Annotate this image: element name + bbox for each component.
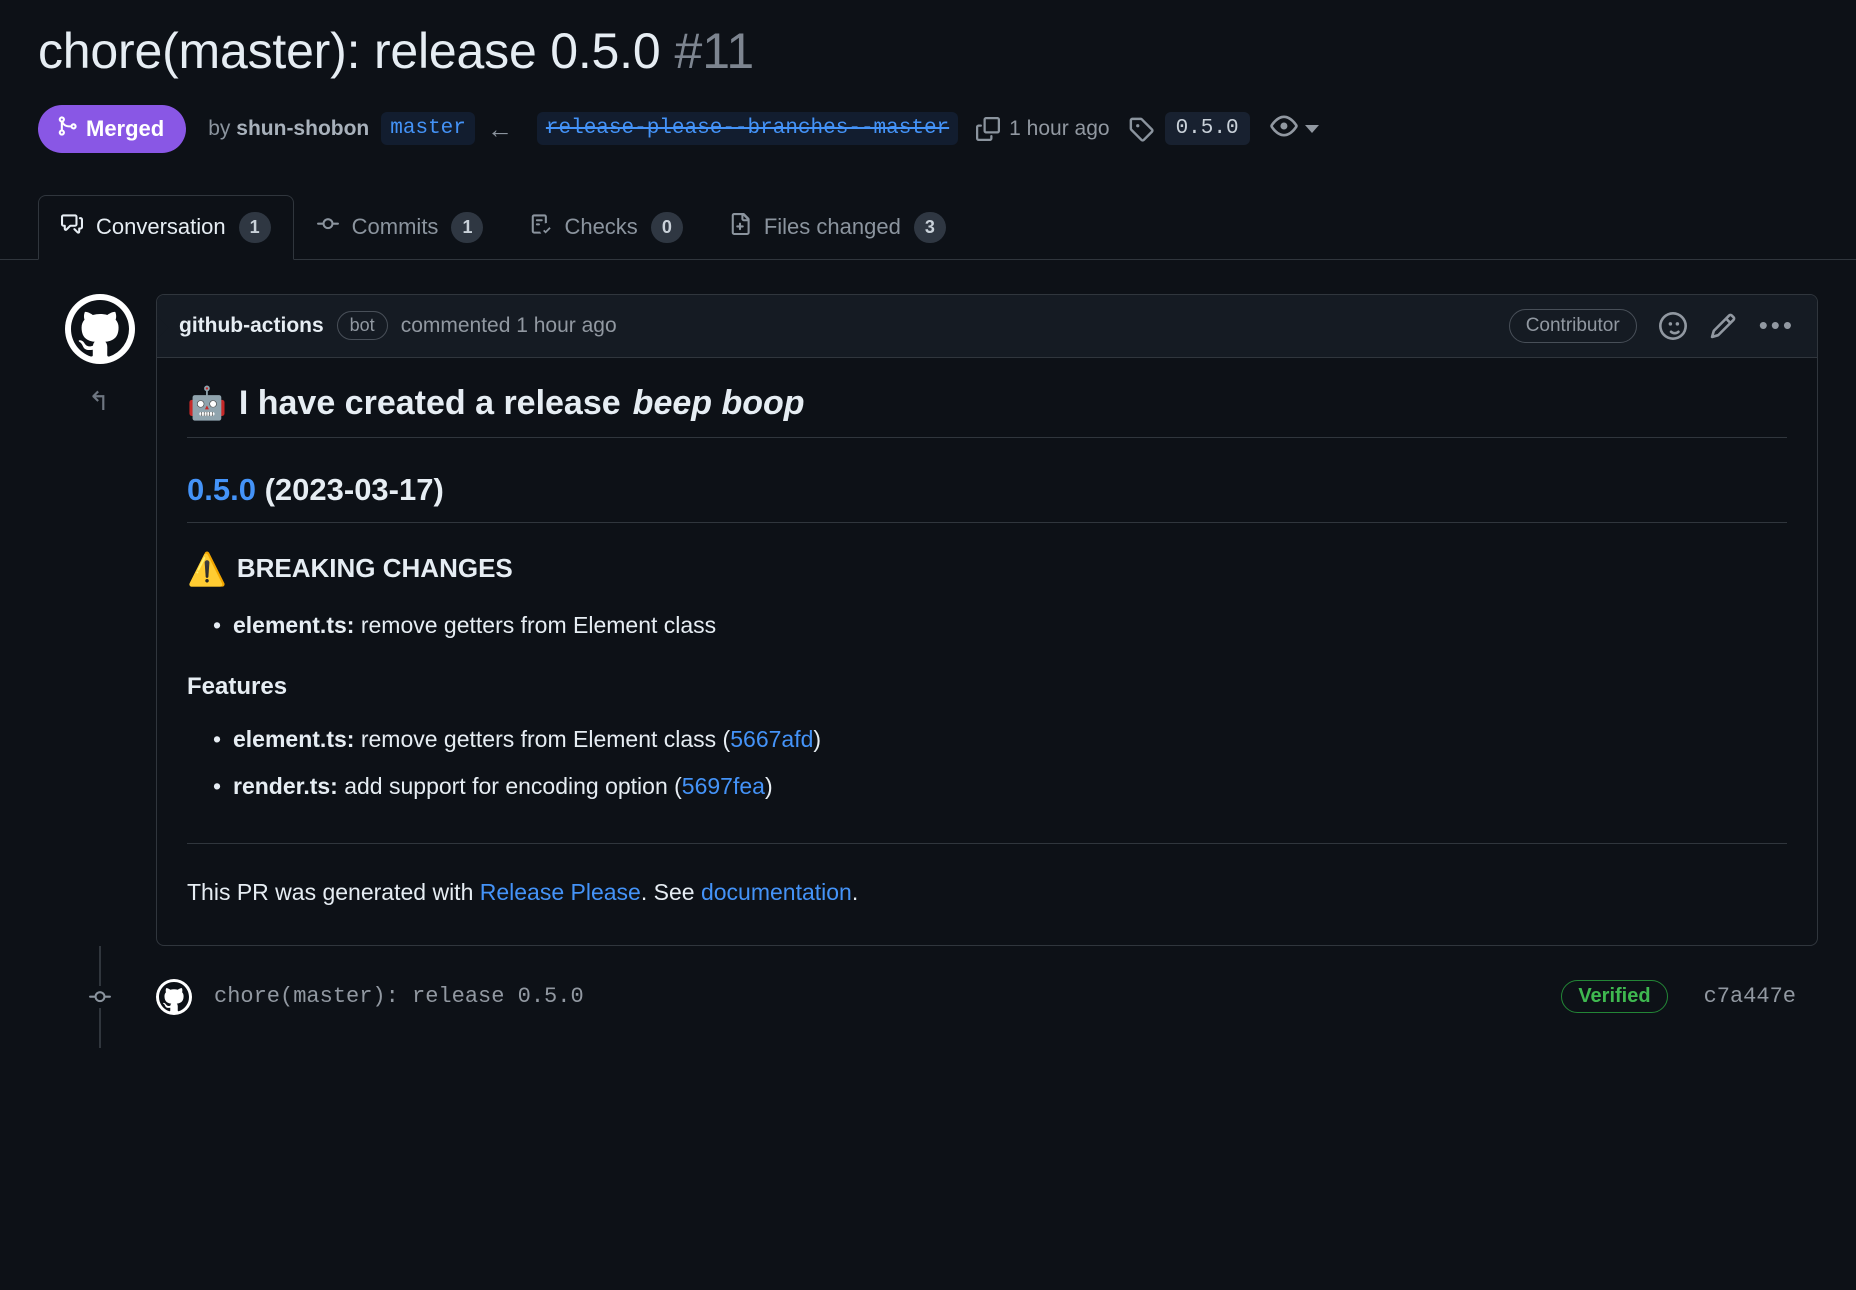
- comment-header-actions: Contributor •••: [1509, 309, 1795, 343]
- tab-commits[interactable]: Commits 1: [294, 195, 507, 260]
- edit-pencil-icon[interactable]: [1709, 312, 1737, 340]
- pr-number: #11: [674, 22, 754, 80]
- commit-row: chore(master): release 0.5.0 Verified c7…: [38, 966, 1818, 1028]
- role-badge-contributor: Contributor: [1509, 309, 1637, 343]
- tab-files-changed[interactable]: Files changed 3: [706, 195, 969, 260]
- head-branch-chip[interactable]: release-please--branches--master: [537, 112, 958, 145]
- bot-badge: bot: [337, 311, 388, 340]
- change-text: remove getters from Element class: [354, 612, 716, 638]
- release-heading: 🤖 I have created a release beep boop: [187, 384, 1787, 438]
- checklist-icon: [529, 213, 551, 241]
- warning-emoji-icon: ⚠️: [187, 553, 227, 585]
- base-branch-chip[interactable]: master: [381, 112, 475, 145]
- change-scope: element.ts:: [233, 726, 354, 752]
- release-heading-text: I have created a release: [239, 384, 621, 423]
- commit-sha[interactable]: c7a447e: [1704, 984, 1796, 1009]
- copy-icon[interactable]: [976, 117, 1000, 141]
- tab-conversation-count: 1: [239, 212, 271, 243]
- commit-sha-link[interactable]: 5697fea: [682, 773, 765, 799]
- visibility-control[interactable]: [1270, 112, 1319, 145]
- pr-title-text: chore(master): release 0.5.0: [38, 23, 660, 81]
- tab-commits-label: Commits: [352, 214, 439, 240]
- divider: [187, 843, 1787, 844]
- page-title: chore(master): release 0.5.0 #11: [38, 0, 1818, 81]
- comment-header: github-actions bot commented 1 hour ago …: [157, 295, 1817, 358]
- breaking-changes-list: element.ts: remove getters from Element …: [187, 607, 1787, 644]
- footnote-pre: This PR was generated with: [187, 879, 480, 905]
- release-please-link[interactable]: Release Please: [480, 879, 641, 905]
- change-text: add support for encoding option (: [338, 773, 682, 799]
- footnote-mid: . See: [641, 879, 701, 905]
- tab-checks-count: 0: [651, 212, 683, 243]
- tab-checks[interactable]: Checks 0: [506, 195, 705, 260]
- list-item: render.ts: add support for encoding opti…: [187, 768, 1787, 805]
- smiley-icon[interactable]: [1659, 312, 1687, 340]
- release-version-heading: 0.5.0 (2023-03-17): [187, 472, 1787, 523]
- chevron-down-icon: [1305, 125, 1319, 133]
- merge-icon: [56, 115, 78, 143]
- tab-files-changed-count: 3: [914, 212, 946, 243]
- status-badge-merged: Merged: [38, 105, 186, 153]
- by-label: by: [208, 117, 230, 140]
- features-heading: Features: [187, 673, 1787, 701]
- robot-emoji-icon: 🤖: [187, 387, 227, 419]
- reply-arrow-icon: ↰: [88, 386, 110, 417]
- tab-files-changed-label: Files changed: [764, 214, 901, 240]
- comment-thread: ↰ github-actions bot commented 1 hour ag…: [38, 294, 1818, 946]
- list-item: element.ts: remove getters from Element …: [187, 721, 1787, 758]
- avatar[interactable]: [65, 294, 135, 364]
- comment-timestamp: commented 1 hour ago: [401, 314, 617, 338]
- arrow-left-icon: ←: [487, 116, 513, 142]
- tab-commits-count: 1: [451, 212, 483, 243]
- tab-checks-label: Checks: [564, 214, 637, 240]
- paren-close: ): [813, 726, 821, 752]
- diff-icon: [729, 213, 751, 241]
- commit-icon: [317, 213, 339, 241]
- more-options-icon[interactable]: •••: [1759, 318, 1795, 334]
- change-scope: render.ts:: [233, 773, 338, 799]
- footnote-end: .: [852, 879, 858, 905]
- release-heading-emphasis: beep boop: [633, 384, 805, 423]
- footnote: This PR was generated with Release Pleas…: [187, 874, 1787, 911]
- features-list: element.ts: remove getters from Element …: [187, 721, 1787, 805]
- commit-author-avatar[interactable]: [156, 979, 192, 1015]
- release-date: (2023-03-17): [265, 472, 444, 507]
- list-item: element.ts: remove getters from Element …: [187, 607, 1787, 644]
- breaking-changes-heading: ⚠️ BREAKING CHANGES: [187, 553, 1787, 585]
- tab-conversation[interactable]: Conversation 1: [38, 195, 294, 260]
- commit-message[interactable]: chore(master): release 0.5.0: [214, 984, 584, 1009]
- comment-icon: [61, 213, 83, 241]
- pr-tabbar: Conversation 1 Commits 1 Checks 0: [38, 195, 1818, 260]
- change-scope: element.ts:: [233, 612, 354, 638]
- breaking-changes-title: BREAKING CHANGES: [237, 553, 513, 584]
- change-text: remove getters from Element class (: [354, 726, 730, 752]
- release-version-link[interactable]: 0.5.0: [187, 472, 256, 507]
- author-line: by shun-shobon: [208, 117, 369, 141]
- comment-body: 🤖 I have created a release beep boop 0.5…: [157, 358, 1817, 945]
- comment-box: github-actions bot commented 1 hour ago …: [156, 294, 1818, 946]
- pull-request-page: chore(master): release 0.5.0 #11 Merged …: [0, 0, 1856, 1290]
- comment-author[interactable]: github-actions: [179, 314, 324, 338]
- tab-conversation-label: Conversation: [96, 214, 226, 240]
- pr-meta-row: Merged by shun-shobon master ← release-p…: [38, 105, 1818, 153]
- commit-meta: Verified c7a447e: [1561, 980, 1818, 1013]
- documentation-link[interactable]: documentation: [701, 879, 852, 905]
- merged-timestamp: 1 hour ago: [1009, 117, 1109, 141]
- release-tag-chip[interactable]: 0.5.0: [1165, 112, 1250, 145]
- author-name: shun-shobon: [236, 117, 369, 140]
- verified-badge[interactable]: Verified: [1561, 980, 1667, 1013]
- status-badge-label: Merged: [86, 116, 164, 142]
- tag-icon: [1128, 116, 1154, 142]
- commit-sha-link[interactable]: 5667afd: [730, 726, 813, 752]
- commit-node-icon: [89, 986, 111, 1008]
- eye-icon: [1270, 112, 1298, 145]
- paren-close: ): [765, 773, 773, 799]
